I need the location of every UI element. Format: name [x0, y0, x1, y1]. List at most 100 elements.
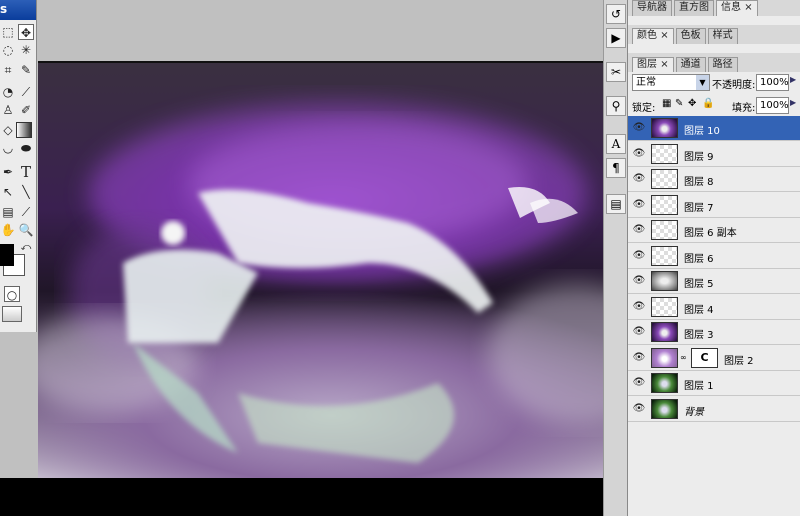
- tab-color[interactable]: 颜色 ×: [632, 28, 674, 44]
- layer-row[interactable]: 👁 图层 3: [628, 320, 800, 345]
- layer-row[interactable]: 👁 ∞ C 图层 2: [628, 345, 800, 371]
- chevron-down-icon[interactable]: ▼: [696, 75, 709, 90]
- swap-colors-icon[interactable]: ⤺: [18, 240, 34, 256]
- visibility-eye-icon[interactable]: 👁: [632, 223, 646, 237]
- layer-row[interactable]: 👁 图层 1: [628, 371, 800, 396]
- lock-all-icon[interactable]: 🔒: [702, 98, 714, 109]
- tool-presets-icon[interactable]: ✂: [606, 62, 626, 82]
- fill-slider-arrow-icon[interactable]: ▶: [790, 98, 796, 107]
- history-brush-icon[interactable]: ✐: [18, 102, 34, 118]
- document-canvas[interactable]: [38, 61, 625, 478]
- layer-name: 图层 4: [684, 304, 714, 316]
- layer-mask-thumbnail[interactable]: C: [691, 347, 718, 368]
- tab-info-label: 信息: [721, 2, 741, 13]
- close-icon[interactable]: ×: [660, 30, 668, 41]
- layer-row[interactable]: 👁 图层 8: [628, 167, 800, 192]
- blur-tool-icon[interactable]: ◡: [0, 140, 16, 156]
- actions-play-icon[interactable]: ▶: [606, 28, 626, 48]
- tab-channels[interactable]: 通道: [675, 57, 706, 73]
- eraser-tool-icon[interactable]: ◇: [0, 122, 16, 138]
- move-tool-icon[interactable]: ✥: [18, 24, 34, 40]
- layer-comps-icon[interactable]: ▤: [606, 194, 626, 214]
- visibility-eye-icon[interactable]: 👁: [632, 249, 646, 263]
- lock-transparency-icon[interactable]: ▦: [662, 98, 671, 109]
- foreground-color-swatch[interactable]: [0, 244, 14, 266]
- lock-position-icon[interactable]: ✥: [688, 98, 696, 109]
- type-tool-icon[interactable]: T: [18, 164, 34, 180]
- healing-tool-icon[interactable]: ◔: [0, 84, 16, 100]
- stamp-tool-icon[interactable]: ♙: [0, 102, 16, 118]
- layer-thumbnail: [651, 373, 678, 393]
- tab-histogram[interactable]: 直方图: [674, 0, 714, 16]
- fill-input[interactable]: 100%: [756, 97, 789, 114]
- layer-name: 图层 8: [684, 177, 714, 188]
- blend-mode-select[interactable]: 正常 ▼: [632, 74, 710, 91]
- visibility-eye-icon[interactable]: 👁: [632, 198, 646, 212]
- marquee-tool-icon[interactable]: ⬚: [0, 24, 16, 40]
- layer-thumbnail: [651, 296, 678, 317]
- blend-mode-value: 正常: [636, 77, 656, 88]
- layer-row[interactable]: 👁 图层 9: [628, 141, 800, 167]
- brush-tool-icon[interactable]: ⟋: [18, 84, 34, 100]
- layer-thumbnail: [651, 220, 678, 240]
- layer-row[interactable]: 👁 图层 6: [628, 243, 800, 269]
- visibility-eye-icon[interactable]: 👁: [632, 147, 646, 161]
- magic-wand-icon[interactable]: ✳: [18, 42, 34, 58]
- tab-styles[interactable]: 样式: [707, 28, 738, 44]
- layer-thumbnail: [651, 194, 678, 215]
- layer-name: 图层 6: [684, 253, 714, 265]
- zoom-tool-icon[interactable]: 🔍: [18, 222, 34, 238]
- history-icon[interactable]: ↺: [606, 4, 626, 24]
- visibility-eye-icon[interactable]: 👁: [632, 274, 646, 288]
- close-icon[interactable]: ×: [660, 59, 668, 70]
- path-select-icon[interactable]: ↖: [0, 184, 16, 200]
- lock-label: 锁定:: [632, 103, 656, 114]
- visibility-eye-icon[interactable]: 👁: [632, 376, 646, 390]
- layer-row[interactable]: 👁 图层 10: [628, 116, 800, 141]
- visibility-eye-icon[interactable]: 👁: [632, 402, 646, 416]
- eyedropper-icon[interactable]: ⟋: [18, 204, 34, 220]
- screen-mode-icon[interactable]: [2, 306, 22, 322]
- paragraph-icon[interactable]: ¶: [606, 158, 626, 178]
- canvas-bottom-area: [0, 478, 625, 516]
- link-icon[interactable]: ∞: [680, 353, 687, 362]
- close-icon[interactable]: ×: [744, 2, 752, 13]
- layer-row[interactable]: 👁 图层 7: [628, 192, 800, 218]
- layer-row[interactable]: 👁 图层 5: [628, 269, 800, 294]
- visibility-eye-icon[interactable]: 👁: [632, 351, 646, 365]
- layer-row[interactable]: 👁 图层 6 副本: [628, 218, 800, 243]
- gradient-tool-icon[interactable]: [16, 122, 32, 138]
- lock-pixels-icon[interactable]: ✎: [675, 98, 683, 109]
- toolbox: s ✥ ⬚ ✳ ◌ ✎ ⌗ ⟋ ◔ ✐ ♙ ◇ ⬬ ◡ T ✒ ╲ ↖ ⟋ ▤ …: [0, 0, 37, 332]
- layer-row[interactable]: 👁 图层 4: [628, 294, 800, 320]
- opacity-slider-arrow-icon[interactable]: ▶: [790, 75, 796, 84]
- tab-paths[interactable]: 路径: [707, 57, 738, 73]
- slice-tool-icon[interactable]: ✎: [18, 62, 34, 78]
- tab-layers[interactable]: 图层 ×: [632, 57, 674, 73]
- opacity-input[interactable]: 100%: [756, 74, 789, 91]
- pen-tool-icon[interactable]: ✒: [0, 164, 16, 180]
- quick-mask-icon[interactable]: ○: [4, 286, 20, 302]
- visibility-eye-icon[interactable]: 👁: [632, 300, 646, 314]
- layer-name: 图层 5: [684, 279, 714, 290]
- canvas-artwork: [38, 103, 625, 463]
- layer-row[interactable]: 👁 背景: [628, 396, 800, 422]
- layer-thumbnail: [651, 143, 678, 164]
- visibility-eye-icon[interactable]: 👁: [632, 325, 646, 339]
- layer-thumbnail: [651, 245, 678, 266]
- character-icon[interactable]: A: [606, 134, 626, 154]
- tab-info[interactable]: 信息 ×: [716, 0, 758, 16]
- crop-tool-icon[interactable]: ⌗: [0, 62, 16, 78]
- burn-tool-icon[interactable]: ⬬: [18, 140, 34, 156]
- line-tool-icon[interactable]: ╲: [18, 184, 34, 200]
- tab-navigator[interactable]: 导航器: [632, 0, 672, 16]
- hand-tool-icon[interactable]: ✋: [0, 222, 16, 238]
- brushes-icon[interactable]: ⚲: [606, 96, 626, 116]
- notes-tool-icon[interactable]: ▤: [0, 204, 16, 220]
- layer-thumbnail: [651, 322, 678, 342]
- visibility-eye-icon[interactable]: 👁: [632, 172, 646, 186]
- tab-swatches[interactable]: 色板: [675, 28, 706, 44]
- visibility-eye-icon[interactable]: 👁: [632, 121, 646, 135]
- lasso-tool-icon[interactable]: ◌: [0, 42, 16, 58]
- color-tab-row: 颜色 × 色板 样式: [628, 28, 800, 44]
